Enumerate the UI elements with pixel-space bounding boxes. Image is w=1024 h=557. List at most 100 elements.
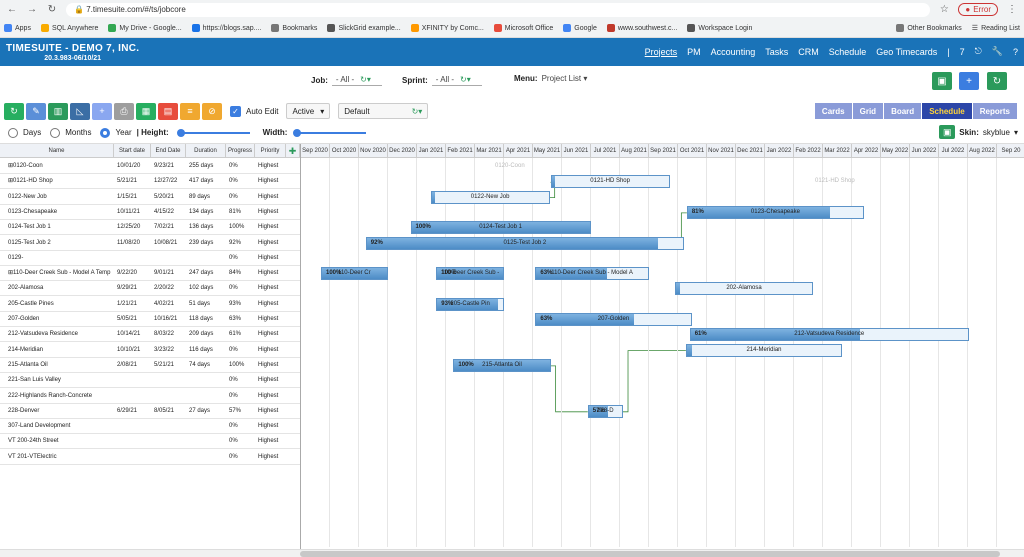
view-reports[interactable]: Reports (972, 103, 1018, 119)
table-row[interactable]: 221-San Luis Valley 0% Highest (0, 373, 300, 389)
forward-icon[interactable]: → (26, 4, 38, 15)
menu-item-accounting[interactable]: Accounting (711, 47, 756, 57)
gantt-bar[interactable]: 202-Alamosa (675, 282, 813, 296)
table-row[interactable]: 214-Meridian 10/10/21 3/23/22 116 days 0% Hig… (0, 343, 300, 358)
table-row[interactable]: 0125-Test Job 2 11/08/20 10/08/21 239 days 9… (0, 236, 300, 251)
add-icon[interactable]: + (959, 72, 979, 90)
gantt-bar[interactable]: 0121-HD Shop (550, 175, 670, 189)
bookmark-item[interactable]: Bookmarks (271, 24, 317, 32)
bookmark-item[interactable]: Google (563, 24, 597, 32)
gantt-bar[interactable]: 100% 110-Deer Creek Sub - (436, 267, 504, 281)
table-row[interactable]: VT 200-24th Street 0% Highest (0, 434, 300, 450)
reading-list[interactable]: ☰ Reading List (972, 24, 1020, 33)
menu-item-tasks[interactable]: Tasks (765, 47, 788, 57)
print-icon[interactable]: ⎙ (114, 102, 134, 120)
more-icon[interactable]: ⋮ (1006, 4, 1018, 15)
bookmark-other[interactable]: Other Bookmarks (896, 24, 962, 32)
star-icon[interactable]: ☆ (938, 4, 950, 15)
table-row[interactable]: VT 201-VTElectric 0% Highest (0, 450, 300, 465)
table-row[interactable]: 222-Highlands Ranch-Concrete 0% Highest (0, 389, 300, 404)
bookmark-item[interactable]: SQL Anywhere (40, 24, 98, 32)
gantt-bar[interactable]: 92% 0125-Test Job 2 (365, 236, 684, 250)
table-row[interactable]: 307-Land Development 0% Highest (0, 419, 300, 435)
gantt-bar[interactable]: 81% 0123-Chesapeake (686, 205, 865, 219)
table-row[interactable]: 0123-Chesapeake 10/11/21 4/15/22 134 days 81… (0, 205, 300, 220)
add-icon[interactable]: + (92, 102, 112, 120)
pdf-icon[interactable]: ▤ (158, 102, 178, 120)
logout-icon[interactable]: ⎋ (975, 46, 982, 57)
table-row[interactable]: 207-Golden 5/05/21 10/16/21 118 days 63% High… (0, 312, 300, 327)
view-cards[interactable]: Cards (814, 103, 853, 119)
gantt-bar[interactable]: 57% 228-D (587, 404, 623, 418)
bookmark-item[interactable]: Apps (4, 24, 31, 32)
menu-item-crm[interactable]: CRM (798, 47, 819, 57)
menu-item-pm[interactable]: PM (687, 47, 701, 57)
view-schedule[interactable]: Schedule (922, 103, 973, 119)
edit-icon[interactable]: ✎ (26, 102, 46, 120)
menu-item-geo-timecards[interactable]: Geo Timecards (876, 47, 937, 57)
gantt-bar[interactable]: 100% 110-Deer Cr (321, 267, 388, 281)
view-select[interactable]: Default ↻▾ (338, 103, 429, 119)
back-icon[interactable]: ← (6, 4, 18, 15)
save-icon[interactable]: ▣ (932, 72, 952, 90)
bookmark-item[interactable]: www.southwest.c... (606, 24, 677, 32)
refresh-icon[interactable]: ↻▾ (460, 75, 471, 84)
gantt-bar[interactable]: 0122-New Job (430, 190, 550, 204)
table-row[interactable]: 205-Castle Pines 1/21/21 4/02/21 51 days 93%… (0, 297, 300, 312)
months-radio[interactable] (50, 127, 61, 138)
gantt-bar[interactable]: 63% 110-Deer Creek Sub - Model A (535, 267, 649, 281)
refresh-button[interactable]: ↻ (987, 72, 1007, 90)
job-select[interactable]: - All - ↻▾ (331, 74, 382, 86)
days-radio[interactable] (8, 127, 18, 138)
view-grid[interactable]: Grid (852, 103, 885, 119)
height-slider[interactable] (176, 128, 250, 137)
table-row[interactable]: 228-Denver 6/29/21 8/05/21 27 days 57% Highes… (0, 404, 300, 419)
menu-item-schedule[interactable]: Schedule (829, 47, 867, 57)
status-select[interactable]: Active ▾ (286, 103, 331, 119)
table-row[interactable]: 212-Vatsudeva Residence 10/14/21 8/03/22 20… (0, 327, 300, 343)
bookmark-item[interactable]: My Drive - Google... (108, 24, 182, 32)
table-row[interactable]: ⊞110-Deer Creek Sub - Model A Temp 9/22/2… (0, 266, 300, 282)
view-board[interactable]: Board (884, 103, 923, 119)
table-row[interactable]: 0122-New Job 1/15/21 5/20/21 89 days 0% Highe… (0, 190, 300, 205)
refresh-icon[interactable]: ↻▾ (360, 75, 371, 84)
width-slider[interactable] (293, 128, 367, 137)
error-button[interactable]: ● Error (958, 3, 998, 16)
table-row[interactable]: ⊞0120-Coon 10/01/20 9/23/21 255 days 0% Highe… (0, 159, 300, 174)
gantt-bar[interactable]: 93% 205-Castle Pin (436, 297, 504, 311)
table-row[interactable]: 202-Alamosa 9/29/21 2/20/22 102 days 0% Highe… (0, 281, 300, 297)
auto-edit-checkbox[interactable]: ✓ (230, 105, 241, 117)
sort-icon[interactable]: ≡ (180, 102, 200, 120)
sprint-select[interactable]: - All - ↻▾ (431, 74, 482, 86)
table-row[interactable]: ⊞0121-HD Shop 5/21/21 12/27/22 417 days 0% Hi… (0, 174, 300, 190)
gantt-bar[interactable]: 63% 207-Golden (535, 313, 692, 326)
table-row[interactable]: 0124-Test Job 1 12/25/20 7/02/21 136 days 10… (0, 220, 300, 236)
menu-item-projects[interactable]: Projects (645, 47, 678, 57)
bookmark-item[interactable]: XFINITY by Comc... (410, 24, 484, 32)
year-radio[interactable] (100, 127, 111, 138)
table-row[interactable]: 215-Atlanta Oil 2/08/21 5/21/21 74 days 100%… (0, 358, 300, 373)
gantt-bar[interactable]: 61% 212-Vatsudeva Residence (689, 328, 969, 342)
bookmark-item[interactable]: https://blogs.sap.... (191, 24, 261, 32)
angle-icon[interactable]: ◺ (70, 102, 90, 120)
menu-select[interactable]: Project List ▾ (542, 74, 588, 83)
wrench-icon[interactable]: 🔧 (992, 46, 1003, 57)
address-bar[interactable]: 🔒 7.timesuite.com/#/ts/jobcore (66, 2, 931, 17)
help-icon[interactable]: ? (1013, 47, 1018, 57)
refresh-icon[interactable]: ↻ (4, 102, 24, 120)
export-icon[interactable]: ▣ (939, 125, 956, 139)
gantt-bar[interactable]: 100% 0124-Test Job 1 (410, 221, 591, 235)
grid-icon[interactable]: ▦ (136, 102, 156, 120)
skin-select[interactable]: ▣ Skin: skyblue ▾ (939, 125, 1018, 139)
table-row[interactable]: 0129- 0% Highest (0, 251, 300, 266)
bookmark-item[interactable]: SlickGrid example... (327, 24, 401, 32)
scrollbar-thumb[interactable] (300, 551, 1000, 557)
no-filter-icon[interactable]: ⊘ (202, 102, 222, 120)
horizontal-scrollbar[interactable] (0, 549, 1024, 557)
bookmark-item[interactable]: Workspace Login (687, 24, 752, 32)
reload-icon[interactable]: ↻ (46, 4, 58, 15)
columns-icon[interactable]: ▥ (48, 102, 68, 120)
bookmark-item[interactable]: Microsoft Office (493, 24, 553, 32)
gantt-bar[interactable]: 214-Meridian (685, 343, 843, 357)
gantt-bar[interactable]: 100% 215-Atlanta Oil (453, 358, 551, 372)
